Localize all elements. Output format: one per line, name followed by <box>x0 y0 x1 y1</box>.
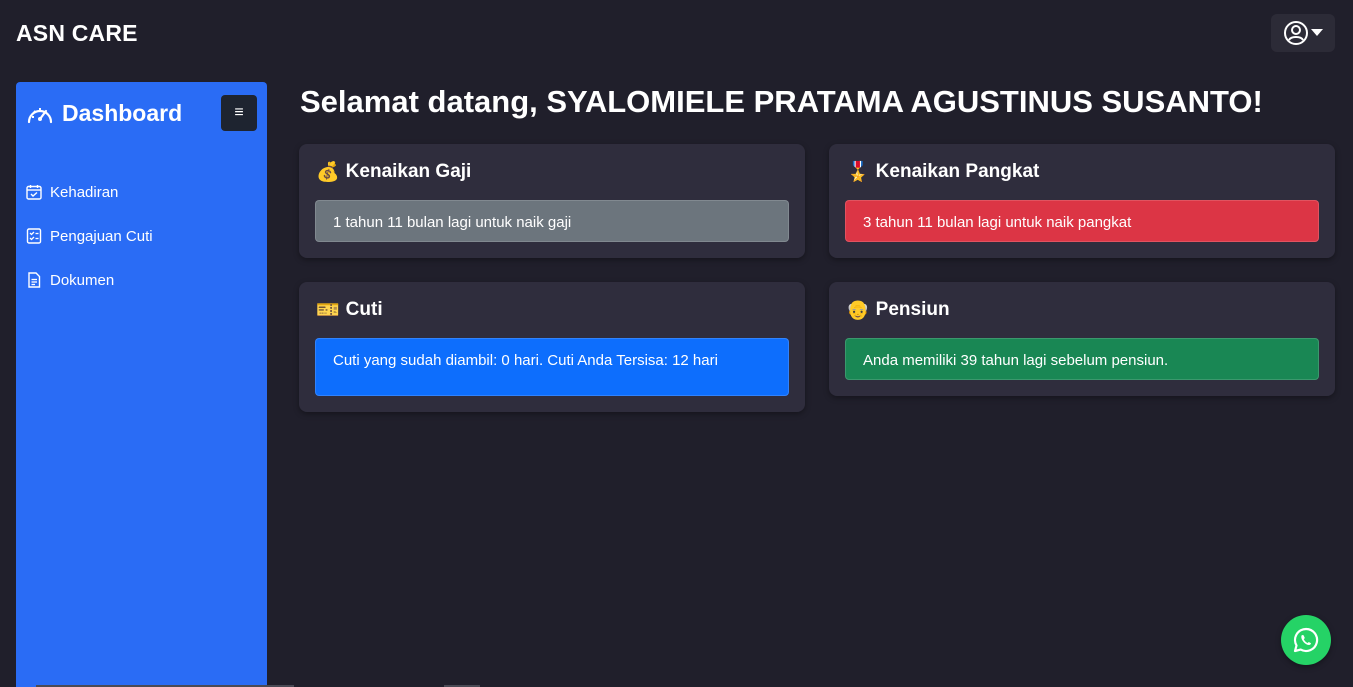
sidebar: Dashboard ≡ Kehadiran Pengajuan Cuti Dok… <box>16 82 267 687</box>
card-title-label: Pensiun <box>875 299 950 320</box>
sidebar-item-pengajuan-cuti[interactable]: Pengajuan Cuti <box>26 214 153 258</box>
card-pensiun: 👴 Pensiun Anda memiliki 39 tahun lagi se… <box>829 282 1335 396</box>
card-title: 🎫 Cuti <box>316 299 383 321</box>
user-circle-icon <box>1284 21 1308 45</box>
card-kenaikan-pangkat: 🎖️ Kenaikan Pangkat 3 tahun 11 bulan lag… <box>829 144 1335 258</box>
sidebar-item-label: Dokumen <box>50 271 115 289</box>
top-navbar: ASN CARE <box>0 0 1353 70</box>
medal-icon: 🎖️ <box>846 161 870 183</box>
sidebar-title-label: Dashboard <box>62 100 183 126</box>
sidebar-toggle-button[interactable]: ≡ <box>221 95 257 131</box>
document-icon <box>28 272 41 288</box>
sidebar-nav: Kehadiran Pengajuan Cuti Dokumen <box>26 170 153 302</box>
speedometer-icon <box>27 107 53 123</box>
card-title: 🎖️ Kenaikan Pangkat <box>846 161 1039 183</box>
page-title: Selamat datang, SYALOMIELE PRATAMA AGUST… <box>300 84 1263 119</box>
card-title-label: Kenaikan Gaji <box>345 161 472 182</box>
card-title-label: Cuti <box>345 299 383 320</box>
sidebar-item-label: Kehadiran <box>50 183 119 201</box>
user-menu-button[interactable] <box>1271 14 1335 52</box>
app-brand[interactable]: ASN CARE <box>16 20 138 47</box>
card-title: 👴 Pensiun <box>846 299 950 321</box>
money-bag-icon: 💰 <box>316 161 340 183</box>
caret-down-icon <box>1311 29 1323 36</box>
card-kenaikan-gaji: 💰 Kenaikan Gaji 1 tahun 11 bulan lagi un… <box>299 144 805 258</box>
alert-message: 3 tahun 11 bulan lagi untuk naik pangkat <box>845 200 1319 242</box>
sidebar-title[interactable]: Dashboard <box>26 100 182 127</box>
sidebar-item-dokumen[interactable]: Dokumen <box>26 258 153 302</box>
ticket-icon: 🎫 <box>316 299 340 321</box>
card-title: 💰 Kenaikan Gaji <box>316 161 471 183</box>
whatsapp-button[interactable] <box>1281 615 1331 665</box>
card-title-label: Kenaikan Pangkat <box>875 161 1040 182</box>
whatsapp-icon <box>1293 627 1319 653</box>
card-cuti: 🎫 Cuti Cuti yang sudah diambil: 0 hari. … <box>299 282 805 412</box>
alert-message: 1 tahun 11 bulan lagi untuk naik gaji <box>315 200 789 242</box>
alert-message: Cuti yang sudah diambil: 0 hari. Cuti An… <box>315 338 789 396</box>
sidebar-item-label: Pengajuan Cuti <box>50 227 153 245</box>
sidebar-item-kehadiran[interactable]: Kehadiran <box>26 170 153 214</box>
checklist-icon <box>26 228 42 244</box>
alert-message: Anda memiliki 39 tahun lagi sebelum pens… <box>845 338 1319 380</box>
older-person-icon: 👴 <box>846 299 870 321</box>
calendar-check-icon <box>26 185 42 200</box>
